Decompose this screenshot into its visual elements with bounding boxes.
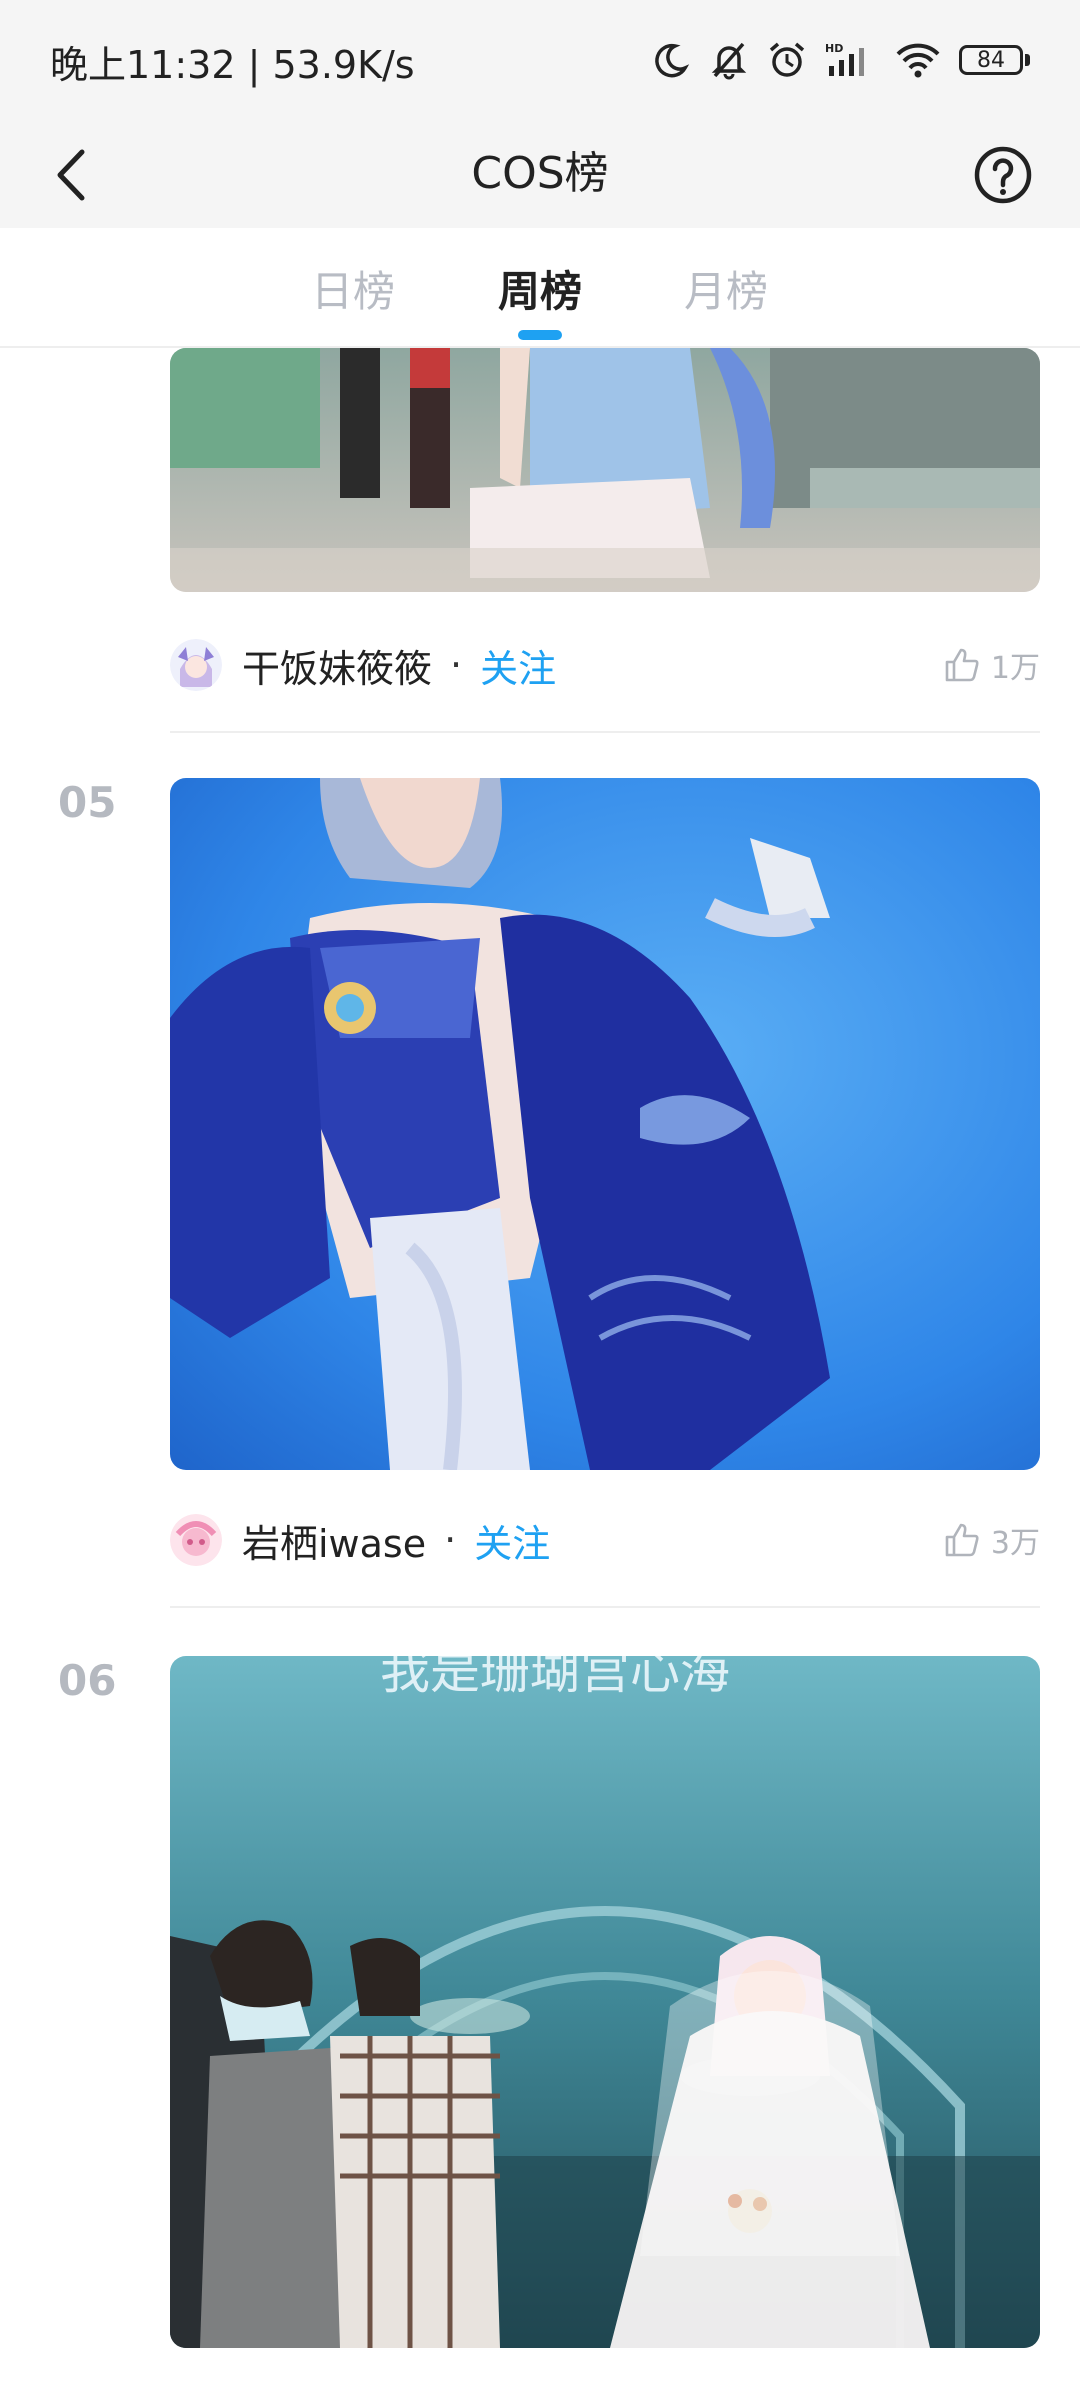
nav-bar: COS榜	[0, 120, 1080, 228]
author-name[interactable]: 干饭妹筱筱	[242, 638, 432, 693]
rank-number: 06	[58, 1656, 117, 1705]
tab-daily[interactable]: 日榜	[293, 258, 413, 319]
cosplay-photo[interactable]	[170, 348, 1040, 592]
like-count: 1万	[990, 651, 1040, 686]
mute-bell-icon	[711, 42, 747, 80]
avatar[interactable]	[170, 1514, 222, 1566]
like-button[interactable]: 3万	[943, 1518, 1040, 1562]
author-row: 岩栖iwase · 关注 3万	[170, 1505, 1040, 1575]
rank-number: 05	[58, 778, 117, 827]
wifi-icon	[896, 43, 940, 78]
status-time: 晚上11:32 | 53.9K/s	[50, 43, 415, 87]
ranking-tabs: 日榜 周榜 月榜	[0, 228, 1080, 348]
active-tab-indicator	[518, 330, 562, 340]
alarm-icon	[769, 42, 805, 77]
author-name[interactable]: 岩栖iwase	[242, 1513, 426, 1568]
separator-dot: ·	[450, 643, 463, 687]
cosplay-photo[interactable]	[170, 778, 1040, 1470]
status-icons: HD 84	[651, 32, 1030, 88]
divider	[170, 1606, 1040, 1608]
like-count: 3万	[990, 1526, 1040, 1561]
thumbs-up-icon	[945, 1523, 979, 1557]
help-circle-icon	[974, 146, 1032, 204]
battery-level: 84	[959, 45, 1023, 75]
avatar[interactable]	[170, 639, 222, 691]
separator-dot: ·	[444, 1518, 457, 1562]
hd-signal-icon: HD	[825, 42, 864, 76]
photo-caption: 我是珊瑚宫心海	[380, 1656, 730, 1700]
follow-button[interactable]: 关注	[474, 1513, 550, 1568]
tab-monthly[interactable]: 月榜	[666, 258, 786, 319]
help-button[interactable]	[966, 138, 1040, 212]
moon-icon	[655, 43, 690, 78]
follow-button[interactable]: 关注	[480, 638, 556, 693]
battery-icon: 84	[959, 45, 1030, 75]
tab-weekly[interactable]: 周榜	[480, 258, 600, 319]
like-button[interactable]: 1万	[943, 643, 1040, 687]
status-bar: 晚上11:32 | 53.9K/s HD 84	[0, 0, 1080, 120]
divider	[170, 731, 1040, 733]
ranking-feed: 干饭妹筱筱 · 关注 1万 05 岩栖iwase · 关注 3万 06 我是珊瑚…	[0, 348, 1080, 2400]
author-row: 干饭妹筱筱 · 关注 1万	[170, 630, 1040, 700]
cosplay-photo[interactable]: 我是珊瑚宫心海	[170, 1656, 1040, 2348]
thumbs-up-icon	[945, 648, 979, 682]
svg-text:HD: HD	[825, 42, 843, 55]
page-title: COS榜	[471, 148, 609, 199]
